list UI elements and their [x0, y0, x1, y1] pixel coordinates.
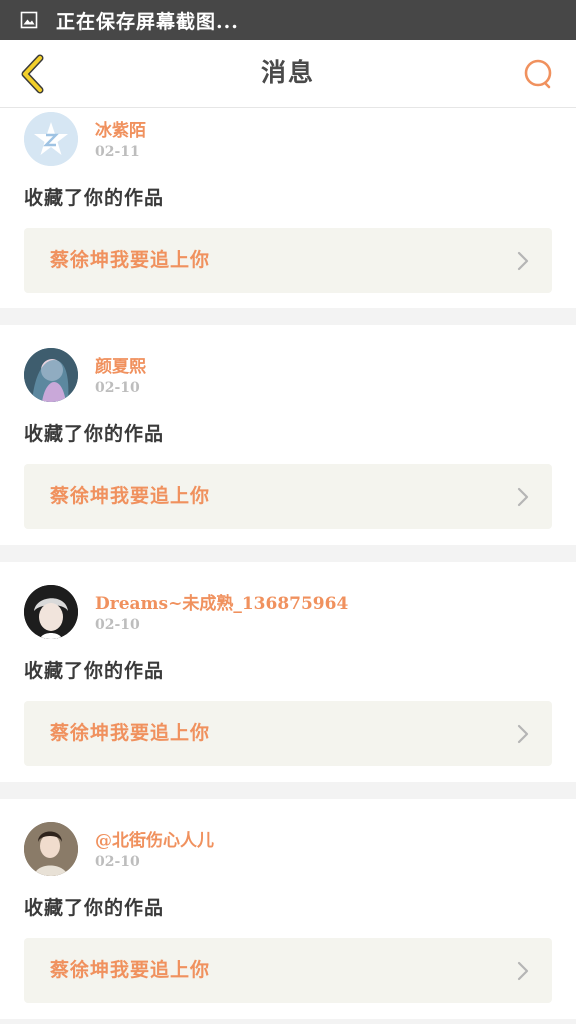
image-icon [20, 11, 38, 29]
chevron-right-icon [517, 961, 529, 981]
default-avatar-icon [24, 112, 78, 166]
work-link[interactable]: 蔡徐坤我要追上你 [24, 228, 552, 293]
top-nav-bar: 消息 [0, 40, 576, 108]
avatar[interactable] [24, 348, 78, 402]
timestamp: 02-10 [95, 854, 140, 870]
username[interactable]: 冰紫陌 [95, 116, 146, 141]
page-title: 消息 [260, 58, 315, 87]
work-title: 蔡徐坤我要追上你 [50, 722, 211, 744]
username[interactable]: 颜夏熙 [95, 352, 146, 377]
work-link[interactable]: 蔡徐坤我要追上你 [24, 938, 552, 1003]
avatar[interactable] [24, 585, 78, 639]
action-text: 收藏了你的作品 [24, 187, 165, 209]
user-avatar-icon [24, 585, 78, 639]
avatar[interactable] [24, 822, 78, 876]
search-icon [524, 59, 552, 89]
action-text: 收藏了你的作品 [24, 660, 165, 682]
username[interactable]: Dreams~未成熟_136875964 [95, 589, 348, 614]
notification-card: 冰紫陌 02-11 收藏了你的作品 蔡徐坤我要追上你 [0, 108, 576, 308]
timestamp: 02-10 [95, 380, 140, 396]
work-title: 蔡徐坤我要追上你 [50, 485, 211, 507]
notification-card: Dreams~未成熟_136875964 02-10 收藏了你的作品 蔡徐坤我要… [0, 562, 576, 782]
notification-card: 颜夏熙 02-10 收藏了你的作品 蔡徐坤我要追上你 [0, 325, 576, 545]
timestamp: 02-11 [95, 144, 140, 160]
chevron-right-icon [517, 724, 529, 744]
action-text: 收藏了你的作品 [24, 423, 165, 445]
status-bar-text: 正在保存屏幕截图... [56, 10, 239, 33]
chevron-right-icon [517, 251, 529, 271]
user-avatar-icon [24, 348, 78, 402]
message-list: 冰紫陌 02-11 收藏了你的作品 蔡徐坤我要追上你 颜夏熙 02-10 收藏了… [0, 108, 576, 1024]
user-avatar-icon [24, 822, 78, 876]
work-title: 蔡徐坤我要追上你 [50, 249, 211, 271]
chevron-right-icon [517, 487, 529, 507]
status-bar: 正在保存屏幕截图... [0, 0, 576, 40]
work-link[interactable]: 蔡徐坤我要追上你 [24, 464, 552, 529]
search-button[interactable] [518, 54, 558, 94]
work-link[interactable]: 蔡徐坤我要追上你 [24, 701, 552, 766]
timestamp: 02-10 [95, 617, 140, 633]
username[interactable]: @北街伤心人儿 [95, 826, 214, 851]
notification-card: @北街伤心人儿 02-10 收藏了你的作品 蔡徐坤我要追上你 [0, 799, 576, 1019]
work-title: 蔡徐坤我要追上你 [50, 959, 211, 981]
avatar[interactable] [24, 112, 78, 166]
action-text: 收藏了你的作品 [24, 897, 165, 919]
